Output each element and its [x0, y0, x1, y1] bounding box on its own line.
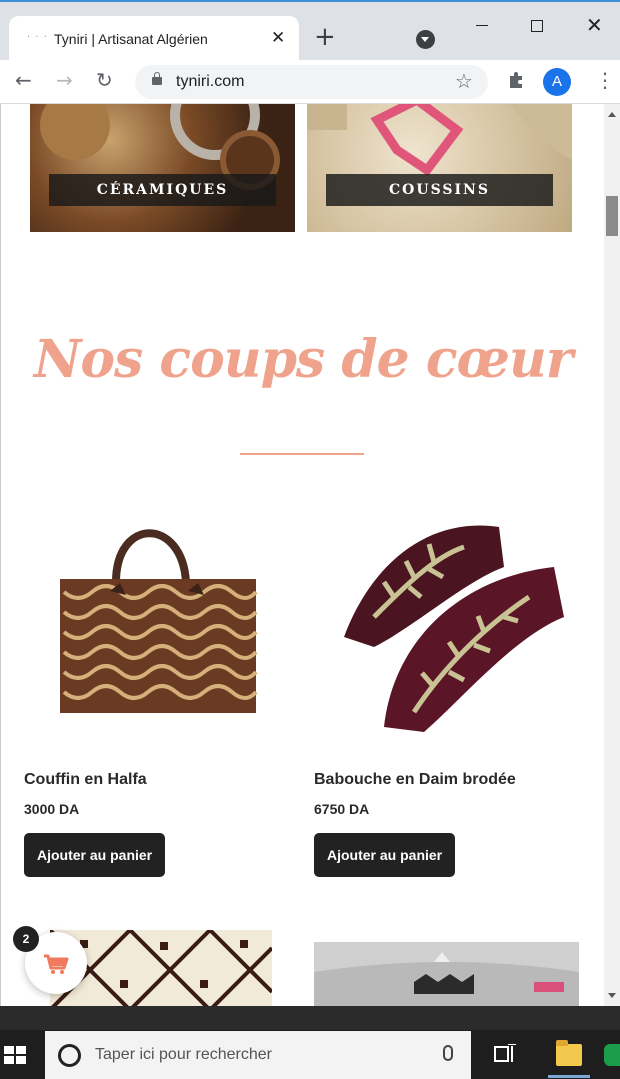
- window-minimize-icon[interactable]: [476, 25, 488, 26]
- browser-tab[interactable]: · · · Tyniri | Artisanat Algérien ✕: [9, 16, 299, 62]
- star-icon[interactable]: ☆: [455, 69, 473, 93]
- product-card: Babouche en Daim brodée 6750 DA Ajouter …: [314, 487, 580, 877]
- scroll-up-icon[interactable]: [608, 112, 616, 117]
- tab-title: Tyniri | Artisanat Algérien: [54, 31, 208, 47]
- product-image-pouf[interactable]: [314, 942, 579, 1006]
- category-card-ceramiques[interactable]: CÉRAMIQUES: [30, 104, 295, 232]
- tab-close-icon[interactable]: ✕: [271, 28, 285, 48]
- product-card: Couffin en Halfa 3000 DA Ajouter au pani…: [24, 487, 290, 877]
- extensions-icon[interactable]: [507, 70, 525, 88]
- cortana-icon[interactable]: [58, 1044, 81, 1067]
- menu-icon[interactable]: ⋮: [595, 68, 615, 92]
- back-arrow-icon[interactable]: ←: [15, 68, 32, 92]
- product-image-babouche[interactable]: [314, 487, 580, 751]
- window-maximize-icon[interactable]: [531, 20, 543, 32]
- taskbar-search-box[interactable]: Taper ici pour rechercher: [45, 1031, 471, 1079]
- browser-tab-bar: · · · Tyniri | Artisanat Algérien ✕ + ✕: [0, 0, 620, 62]
- scrollbar-thumb[interactable]: [606, 196, 618, 236]
- windows-taskbar: Taper ici pour rechercher: [0, 1030, 620, 1079]
- tab-search-icon[interactable]: [416, 30, 435, 49]
- window-close-icon[interactable]: ✕: [586, 13, 603, 37]
- forward-arrow-icon[interactable]: →: [56, 68, 73, 92]
- category-label: COUSSINS: [326, 174, 553, 206]
- active-app-indicator: [548, 1075, 590, 1078]
- product-image-basket[interactable]: [24, 487, 290, 751]
- mic-icon[interactable]: [443, 1045, 453, 1061]
- category-label: CÉRAMIQUES: [49, 174, 276, 206]
- address-bar[interactable]: tyniri.com ☆: [135, 65, 488, 99]
- window-bottom-edge: [0, 1006, 620, 1030]
- reload-icon[interactable]: ↻: [96, 68, 113, 92]
- add-to-cart-button[interactable]: Ajouter au panier: [314, 833, 456, 877]
- product-name[interactable]: Couffin en Halfa: [24, 771, 290, 789]
- windows-icon[interactable]: [4, 1046, 26, 1064]
- site-favicon-icon: · · ·: [27, 32, 48, 43]
- category-card-coussins[interactable]: COUSSINS: [307, 104, 572, 232]
- pinned-app-icon[interactable]: [604, 1044, 620, 1066]
- scroll-down-icon[interactable]: [608, 993, 616, 998]
- taskbar-search-placeholder[interactable]: Taper ici pour rechercher: [95, 1046, 272, 1064]
- product-price: 6750 DA: [314, 801, 370, 817]
- url-text[interactable]: tyniri.com: [176, 73, 244, 91]
- page-scrollbar[interactable]: [604, 104, 620, 1006]
- file-explorer-icon[interactable]: [556, 1040, 582, 1066]
- cushion-pattern-image: [307, 104, 572, 177]
- product-price: 3000 DA: [24, 801, 80, 817]
- page-viewport: CÉRAMIQUES COUSSINS Nos coups de cœur Co…: [0, 104, 604, 1006]
- task-view-icon[interactable]: [494, 1044, 516, 1064]
- profile-avatar[interactable]: A: [543, 68, 571, 96]
- browser-toolbar: ← → ↻ tyniri.com ☆ A ⋮: [0, 60, 620, 104]
- ceramic-bowl-image: [40, 104, 110, 160]
- lock-icon[interactable]: [152, 72, 162, 85]
- product-name[interactable]: Babouche en Daim brodée: [314, 771, 580, 789]
- add-to-cart-button[interactable]: Ajouter au panier: [24, 833, 166, 877]
- cart-count-badge: 2: [13, 926, 39, 952]
- section-title: Nos coups de cœur: [33, 329, 573, 390]
- new-tab-plus-icon[interactable]: +: [314, 24, 336, 50]
- title-divider: [240, 453, 364, 455]
